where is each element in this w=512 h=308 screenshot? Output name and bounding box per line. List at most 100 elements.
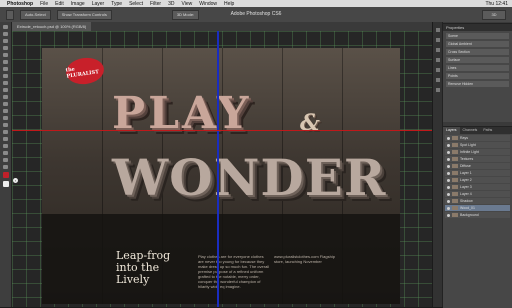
- layer-name: Textures: [460, 157, 474, 161]
- lasso-tool-icon[interactable]: [3, 39, 8, 43]
- visibility-eye-icon[interactable]: [447, 185, 450, 189]
- 3d-rotate-icon[interactable]: [3, 151, 8, 155]
- poster-artwork[interactable]: the PLURALIST PLAY & WONDER Leap-frog in…: [42, 48, 400, 304]
- visibility-eye-icon[interactable]: [447, 171, 450, 175]
- brush-tool-icon[interactable]: [3, 74, 8, 78]
- hand-tool-icon[interactable]: [3, 158, 8, 162]
- foreground-color-icon[interactable]: [2, 172, 9, 178]
- body-copy-column: Play clothes are for everyone clothes ar…: [198, 254, 270, 289]
- layer-row-selected[interactable]: Wood_01: [445, 205, 510, 211]
- app-menu[interactable]: Photoshop: [7, 1, 33, 7]
- panel-icon-strip: [433, 22, 443, 307]
- paragraph-panel-icon[interactable]: [435, 68, 440, 72]
- headline-play: PLAY: [112, 88, 252, 139]
- horizontal-guide[interactable]: [12, 130, 432, 131]
- eraser-tool-icon[interactable]: [3, 95, 8, 99]
- shape-tool-icon[interactable]: [3, 144, 8, 148]
- brush-panel-icon[interactable]: [435, 58, 440, 62]
- visibility-eye-icon[interactable]: [447, 213, 450, 217]
- prop-row[interactable]: Points: [446, 73, 509, 79]
- menu-file[interactable]: File: [40, 1, 48, 7]
- visibility-eye-icon[interactable]: [447, 206, 450, 210]
- history-brush-icon[interactable]: [3, 88, 8, 92]
- quick-select-tool-icon[interactable]: [3, 46, 8, 50]
- layer-name: Shadow: [460, 199, 473, 203]
- layer-row[interactable]: Infinite Light: [445, 149, 510, 155]
- document-tab[interactable]: Extrude_retouch.psd @ 100% (RGB/8): [12, 22, 92, 31]
- menu-select[interactable]: Select: [129, 1, 143, 7]
- layer-thumbnail: [452, 164, 458, 168]
- contact-copy-column: www.pluralistclothes.com Flagship store,…: [274, 254, 335, 264]
- layer-thumbnail: [452, 213, 458, 217]
- properties-panel-icon[interactable]: [435, 38, 440, 42]
- layer-name: Layer 3: [460, 185, 472, 189]
- layer-row[interactable]: Layer 3: [445, 184, 510, 190]
- menu-window[interactable]: Window: [199, 1, 217, 7]
- visibility-eye-icon[interactable]: [447, 150, 450, 154]
- layer-row[interactable]: Rays: [445, 135, 510, 141]
- layer-thumbnail: [452, 150, 458, 154]
- prop-row[interactable]: Remove Hidden: [446, 81, 509, 87]
- character-panel-icon[interactable]: [435, 78, 440, 82]
- gradient-tool-icon[interactable]: [3, 102, 8, 106]
- layer-row[interactable]: Layer 2: [445, 177, 510, 183]
- prop-row[interactable]: Global Ambient: [446, 41, 509, 47]
- prop-row[interactable]: Scene: [446, 33, 509, 39]
- stamp-tool-icon[interactable]: [3, 81, 8, 85]
- prop-row[interactable]: Surface: [446, 57, 509, 63]
- prop-row[interactable]: Lines: [446, 65, 509, 71]
- move-tool-icon[interactable]: [3, 25, 8, 29]
- prop-row[interactable]: Cross Section: [446, 49, 509, 55]
- visibility-eye-icon[interactable]: [447, 136, 450, 140]
- menu-edit[interactable]: Edit: [55, 1, 64, 7]
- visibility-eye-icon[interactable]: [447, 157, 450, 161]
- layer-row[interactable]: Textures: [445, 156, 510, 162]
- tab-paths[interactable]: Paths: [480, 127, 495, 134]
- menu-3d[interactable]: 3D: [168, 1, 174, 7]
- dodge-tool-icon[interactable]: [3, 116, 8, 120]
- menu-help[interactable]: Help: [224, 1, 234, 7]
- layer-thumbnail: [452, 199, 458, 203]
- visibility-eye-icon[interactable]: [447, 178, 450, 182]
- layer-row[interactable]: Spot Light: [445, 142, 510, 148]
- layer-name: Infinite Light: [460, 150, 479, 154]
- pen-tool-icon[interactable]: [3, 123, 8, 127]
- visibility-eye-icon[interactable]: [447, 164, 450, 168]
- menu-type[interactable]: Type: [111, 1, 122, 7]
- headline-wonder: WONDER: [112, 148, 387, 207]
- visibility-eye-icon[interactable]: [447, 192, 450, 196]
- tab-layers[interactable]: Layers: [443, 127, 460, 134]
- options-bar: Adobe Photoshop CS6 Auto-Select Show Tra…: [0, 7, 512, 22]
- healing-tool-icon[interactable]: [3, 67, 8, 71]
- path-select-icon[interactable]: [3, 137, 8, 141]
- workspace-switcher[interactable]: 3D: [482, 10, 506, 20]
- layer-row[interactable]: Layer 4: [445, 191, 510, 197]
- background-color-icon[interactable]: [2, 181, 9, 187]
- 3d-panel-icon[interactable]: [435, 48, 440, 52]
- type-tool-icon[interactable]: [3, 130, 8, 134]
- menu-view[interactable]: View: [182, 1, 193, 7]
- visibility-eye-icon[interactable]: [447, 143, 450, 147]
- marquee-tool-icon[interactable]: [3, 32, 8, 36]
- history-panel-icon[interactable]: [435, 28, 440, 32]
- layer-row[interactable]: Diffuse: [445, 163, 510, 169]
- tab-channels[interactable]: Channels: [460, 127, 481, 134]
- menu-layer[interactable]: Layer: [92, 1, 105, 7]
- visibility-eye-icon[interactable]: [447, 199, 450, 203]
- layer-name: Rays: [460, 136, 468, 140]
- eyedropper-tool-icon[interactable]: [3, 60, 8, 64]
- 3d-axis-widget-icon[interactable]: ‹: [13, 178, 18, 183]
- blur-tool-icon[interactable]: [3, 109, 8, 113]
- canvas-area[interactable]: the PLURALIST PLAY & WONDER Leap-frog in…: [12, 31, 432, 307]
- crop-tool-icon[interactable]: [3, 53, 8, 57]
- layer-row[interactable]: Layer 1: [445, 170, 510, 176]
- vertical-guide[interactable]: [217, 31, 219, 307]
- info-panel-icon[interactable]: [435, 88, 440, 92]
- properties-panel-header[interactable]: Properties: [443, 24, 512, 31]
- zoom-tool-icon[interactable]: [3, 165, 8, 169]
- menu-filter[interactable]: Filter: [150, 1, 161, 7]
- menu-image[interactable]: Image: [71, 1, 85, 7]
- layer-row[interactable]: Shadow: [445, 198, 510, 204]
- layer-thumbnail: [452, 192, 458, 196]
- layer-row[interactable]: Background: [445, 212, 510, 218]
